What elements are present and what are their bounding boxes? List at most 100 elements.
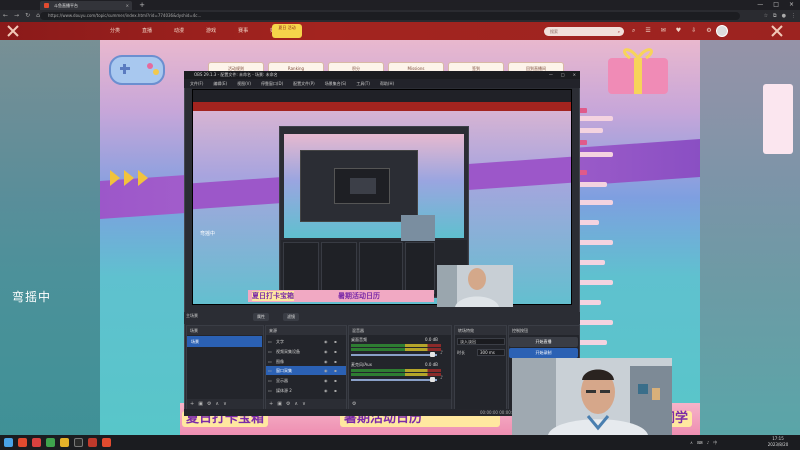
- minimize-button[interactable]: —: [757, 0, 763, 10]
- obs-menu-item[interactable]: 配置文件(P): [293, 79, 315, 88]
- site-search-input[interactable]: 搜索 ⌕: [544, 27, 624, 36]
- search-icon[interactable]: ⌕: [618, 27, 620, 36]
- duration-input[interactable]: 300 ms: [477, 349, 505, 356]
- obs-maximize-button[interactable]: □: [561, 71, 565, 79]
- filters-button[interactable]: 滤镜: [283, 313, 299, 321]
- volume-slider-handle[interactable]: [430, 352, 435, 357]
- obs-menu-item[interactable]: 视图(V): [237, 79, 251, 88]
- eye-icon[interactable]: ◉: [324, 337, 328, 346]
- add-icon[interactable]: +: [269, 399, 273, 409]
- app-icon[interactable]: [32, 438, 41, 447]
- app-icon[interactable]: [102, 438, 111, 447]
- source-row[interactable]: ▭ 媒体源 2 ◉ ▪: [266, 386, 346, 395]
- lock-icon[interactable]: ▪: [334, 347, 337, 356]
- header-icon[interactable]: ✉: [661, 22, 666, 40]
- left-side-panel: [0, 40, 100, 435]
- source-row[interactable]: ▭ 显示器 ◉ ▪: [266, 376, 346, 385]
- obs-minimize-button[interactable]: —: [549, 71, 553, 79]
- header-icon[interactable]: ⚙: [706, 22, 711, 40]
- properties-button[interactable]: 属性: [253, 313, 269, 321]
- avatar[interactable]: [716, 25, 728, 37]
- volume-icon[interactable]: ♪: [707, 440, 710, 445]
- forward-icon[interactable]: →: [14, 10, 19, 22]
- eye-icon[interactable]: ◉: [324, 366, 328, 375]
- extensions-icon[interactable]: ⧉: [773, 10, 777, 22]
- site-nav-item[interactable]: 动漫: [174, 22, 184, 40]
- new-tab-button[interactable]: +: [138, 0, 146, 10]
- volume-slider[interactable]: [351, 354, 437, 356]
- move-down-icon[interactable]: ∨: [223, 399, 227, 409]
- close-window-button[interactable]: ×: [789, 0, 794, 10]
- lock-icon[interactable]: ▪: [334, 357, 337, 366]
- eye-icon[interactable]: ◉: [324, 357, 328, 366]
- speaker-icon[interactable]: ♪: [440, 375, 443, 381]
- volume-slider[interactable]: [351, 379, 437, 381]
- delete-icon[interactable]: ▣: [198, 399, 203, 409]
- douyu-logo[interactable]: [6, 24, 20, 38]
- maximize-button[interactable]: □: [773, 0, 779, 10]
- start-icon[interactable]: [4, 438, 13, 447]
- obs-menu-item[interactable]: 场景集合(S): [325, 79, 347, 88]
- source-row[interactable]: ▭ 文字 ◉ ▪: [266, 337, 346, 346]
- scene-list-item[interactable]: 场景: [187, 336, 262, 347]
- start-streaming-button[interactable]: 开始直播: [509, 337, 578, 347]
- browser-tab[interactable]: 斗鱼直播平台 ×: [40, 1, 132, 10]
- eye-icon[interactable]: ◉: [324, 347, 328, 356]
- header-icon[interactable]: ⌕: [632, 22, 635, 40]
- star-icon[interactable]: ☆: [764, 10, 768, 22]
- lock-icon[interactable]: ▪: [334, 376, 337, 385]
- url-field[interactable]: https://www.douyu.com/topic/summer/index…: [40, 12, 740, 20]
- eye-icon[interactable]: ◉: [324, 376, 328, 385]
- keyboard-icon[interactable]: ⌨: [697, 440, 703, 445]
- site-nav-item[interactable]: 游戏: [206, 22, 216, 40]
- move-up-icon[interactable]: ∧: [294, 399, 298, 409]
- speaker-icon[interactable]: ♪: [440, 350, 443, 356]
- eye-icon[interactable]: ◉: [324, 386, 328, 395]
- start-recording-button[interactable]: 开始录制: [509, 348, 578, 358]
- taskbar-clock[interactable]: 17:15 2023/8/20: [760, 436, 796, 449]
- obs-taskbar-icon[interactable]: [74, 438, 83, 447]
- menu-icon[interactable]: ⋮: [791, 10, 796, 22]
- app-icon[interactable]: [46, 438, 55, 447]
- add-icon[interactable]: +: [190, 399, 194, 409]
- reload-icon[interactable]: ↻: [25, 10, 30, 22]
- header-promo[interactable]: 夏日 活动: [272, 24, 302, 38]
- chat-line: [577, 220, 599, 225]
- ime-icon[interactable]: 中: [713, 440, 717, 446]
- lock-icon[interactable]: ▪: [334, 386, 337, 395]
- site-nav-item[interactable]: 分类: [110, 22, 120, 40]
- back-icon[interactable]: ←: [3, 10, 8, 22]
- source-row-selected[interactable]: ▭ 窗口采集 ◉ ▪: [266, 366, 346, 375]
- transition-type-select[interactable]: 淡入淡出: [457, 338, 505, 345]
- obs-menu-item[interactable]: 帮助(H): [380, 79, 394, 88]
- settings-icon[interactable]: ⚙: [207, 399, 211, 409]
- source-type-icon: ▭: [268, 388, 272, 393]
- site-nav-item[interactable]: 赛事: [238, 22, 248, 40]
- move-up-icon[interactable]: ∧: [215, 399, 219, 409]
- lock-icon[interactable]: ▪: [334, 337, 337, 346]
- source-row[interactable]: ▭ 图像 ◉ ▪: [266, 357, 346, 366]
- delete-icon[interactable]: ▣: [277, 399, 282, 409]
- chevron-up-icon[interactable]: ∧: [690, 440, 693, 445]
- app-icon[interactable]: [60, 438, 69, 447]
- obs-menu-item[interactable]: 停靠窗口(D): [261, 79, 283, 88]
- site-nav-item[interactable]: 直播: [142, 22, 152, 40]
- app-icon[interactable]: [88, 438, 97, 447]
- source-row[interactable]: ▭ 视频采集设备 ◉ ▪: [266, 347, 346, 356]
- close-tab-icon[interactable]: ×: [126, 1, 129, 10]
- lock-icon[interactable]: ▪: [334, 366, 337, 375]
- app-icon[interactable]: [18, 438, 27, 447]
- header-icon[interactable]: ☰: [645, 22, 650, 40]
- profile-icon[interactable]: ●: [782, 10, 786, 22]
- settings-icon[interactable]: ⚙: [352, 399, 356, 409]
- obs-menu-item[interactable]: 文件(F): [190, 79, 203, 88]
- obs-close-button[interactable]: ×: [573, 71, 576, 79]
- settings-icon[interactable]: ⚙: [286, 399, 290, 409]
- move-down-icon[interactable]: ∨: [302, 399, 306, 409]
- obs-menu-item[interactable]: 工具(T): [356, 79, 370, 88]
- header-icon[interactable]: ⇩: [691, 22, 696, 40]
- volume-slider-handle[interactable]: [430, 377, 435, 382]
- side-promo-card[interactable]: [763, 84, 793, 154]
- obs-menu-item[interactable]: 编辑(E): [213, 79, 227, 88]
- header-icon[interactable]: ♥: [676, 22, 681, 40]
